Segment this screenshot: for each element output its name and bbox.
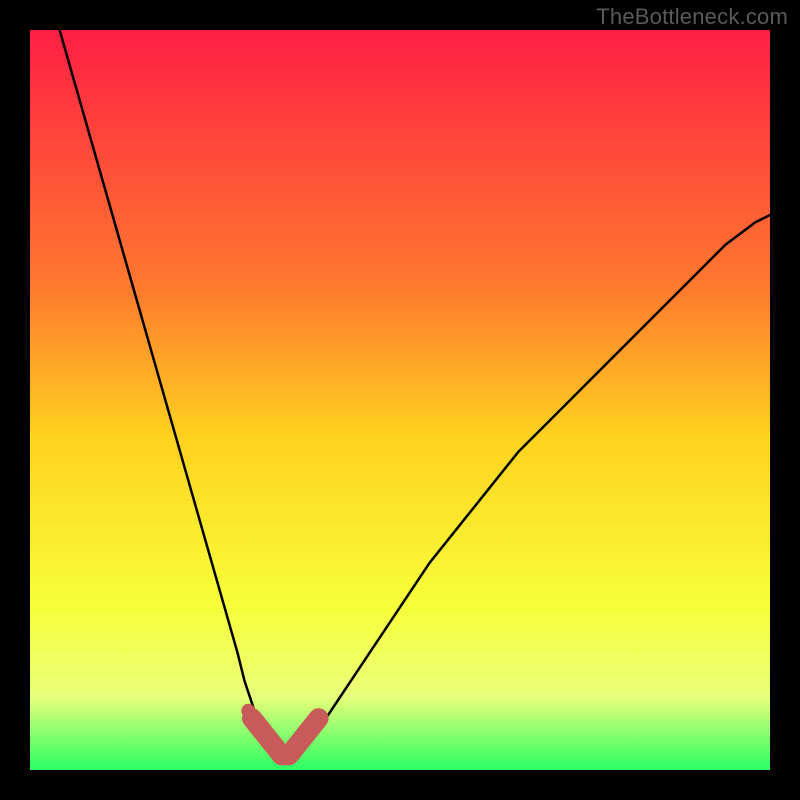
gradient-background	[30, 30, 770, 770]
watermark-text: TheBottleneck.com	[596, 4, 788, 30]
plot-area	[30, 30, 770, 770]
bottleneck-chart	[30, 30, 770, 770]
chart-frame: TheBottleneck.com	[0, 0, 800, 800]
